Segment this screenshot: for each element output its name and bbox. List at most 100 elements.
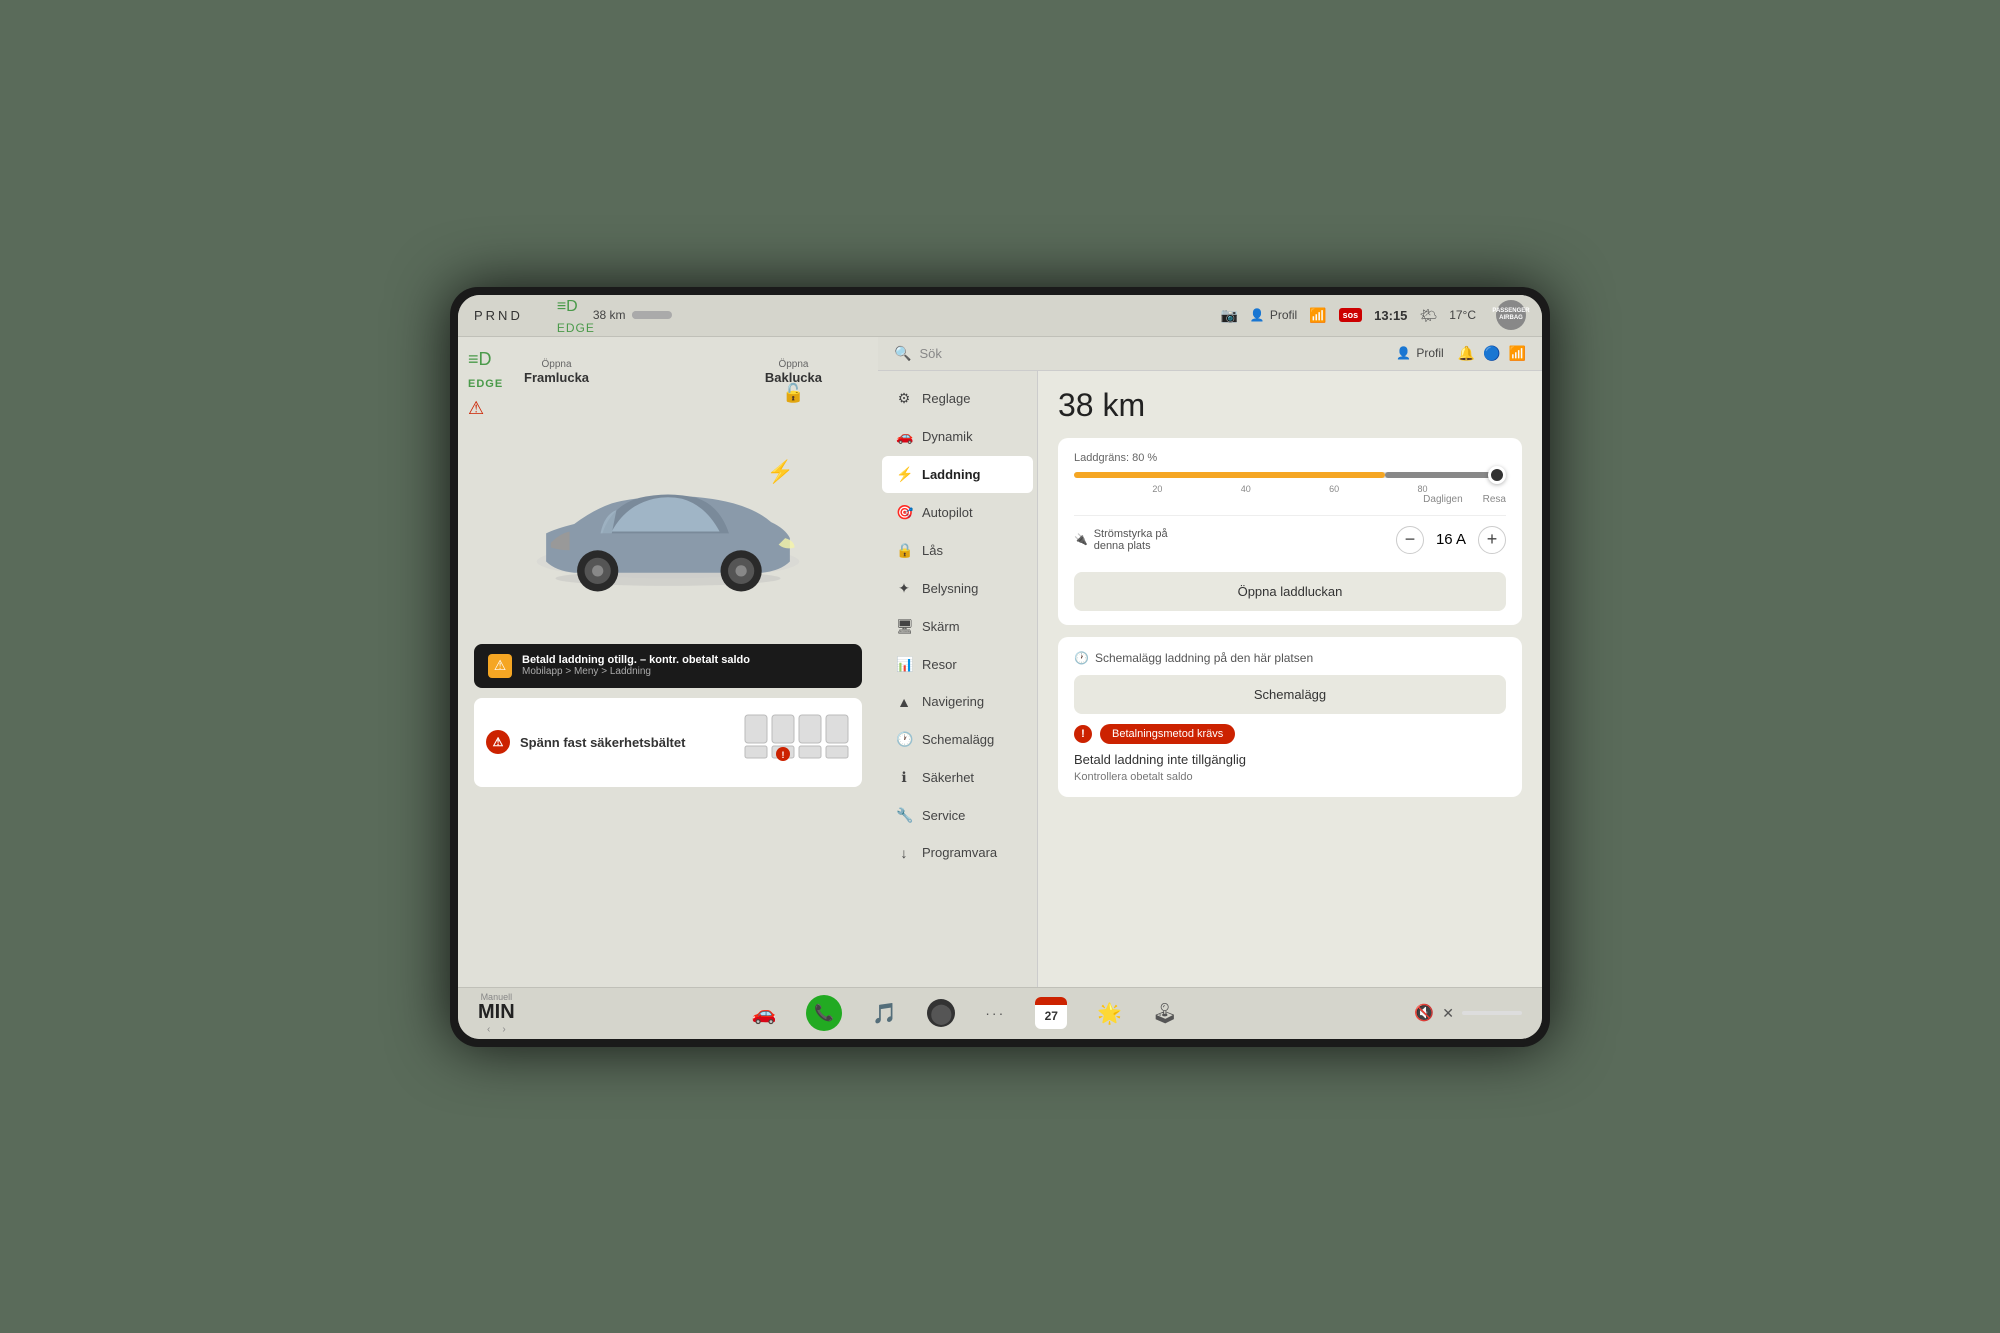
error-exclamation: ! [1081, 728, 1085, 740]
mark-80: 80 [1418, 484, 1428, 494]
volume-x-icon: ✕ [1442, 1005, 1454, 1022]
navigering-label: Navigering [922, 694, 984, 709]
schedule-button[interactable]: Schemalägg [1074, 675, 1506, 714]
volume-control[interactable]: 🔇 ✕ [1414, 1003, 1522, 1023]
slider-thumb[interactable] [1488, 466, 1506, 484]
open-framlucka-label: Öppna [524, 359, 589, 370]
laddning-label: Laddning [922, 467, 981, 482]
mode-resa: Resa [1483, 494, 1506, 505]
search-icon: 🔍 [894, 345, 911, 362]
bottom-bar: Manuell MIN ‹ › 🚗 📞 [458, 987, 1542, 1039]
stars-icon: 🌟 [1097, 1001, 1122, 1026]
belysning-label: Belysning [922, 581, 978, 596]
range-bar [632, 311, 672, 319]
autopilot-icon: 🎯 [896, 504, 912, 521]
charge-limit-section: Laddgräns: 80 % [1058, 438, 1522, 625]
screen-inner: PRND ≡D EDGE ⚠ 38 km 📷 👤 Profil 📶 so [458, 295, 1542, 1039]
plug-icon: 🔌 [1074, 533, 1088, 546]
schemalgg-label: Schemalägg [922, 732, 994, 747]
warning-banner: ⚠ Betald laddning otillg. – kontr. obeta… [474, 644, 862, 688]
open-charge-door-button[interactable]: Öppna laddluckan [1074, 572, 1506, 611]
settings-menu: ⚙ Reglage 🚗 Dynamik ⚡ Laddning 🎯 [878, 371, 1038, 987]
menu-item-belysning[interactable]: ✦ Belysning [882, 570, 1033, 607]
emoji-button[interactable]: 🌟 [1097, 1001, 1122, 1026]
open-baklucka-label: Öppna [765, 359, 822, 370]
menu-item-sakerhet[interactable]: ℹ Säkerhet [882, 759, 1033, 796]
camera-icon: 📷 [1220, 307, 1237, 324]
music-icon: 🎵 [872, 1001, 897, 1026]
volume-slider-track[interactable] [1462, 1011, 1522, 1015]
decrease-current-button[interactable]: − [1396, 526, 1424, 554]
range-fill [632, 311, 642, 319]
schemalaggg-icon: 🕐 [896, 731, 912, 748]
right-panel: 🔍 Sök 👤 Profil 🔔 🔵 📶 [878, 337, 1542, 987]
phone-button[interactable]: 📞 [806, 995, 842, 1031]
menu-item-schemalgg[interactable]: 🕐 Schemalägg [882, 721, 1033, 758]
charge-slider-track[interactable] [1074, 472, 1506, 478]
menu-item-service[interactable]: 🔧 Service [882, 797, 1033, 834]
menu-item-navigering[interactable]: ▲ Navigering [882, 684, 1033, 720]
content-area: ⚙ Reglage 🚗 Dynamik ⚡ Laddning 🎯 [878, 371, 1542, 987]
headlights-icon: ≡D [468, 349, 503, 370]
range-text: 38 km [593, 308, 626, 322]
warning-text: Betald laddning otillg. – kontr. obetalt… [522, 654, 750, 677]
menu-item-reglage[interactable]: ⚙ Reglage [882, 380, 1033, 417]
warning-triangle-icon: ⚠ [488, 654, 512, 678]
payment-error-area: ! Betalningsmetod krävs Betald laddning … [1074, 724, 1506, 783]
payment-error-badge: Betalningsmetod krävs [1100, 724, 1235, 744]
warning-sub-text: Mobilapp > Meny > Laddning [522, 666, 750, 677]
search-placeholder: Sök [919, 346, 941, 361]
music-button[interactable]: 🎵 [872, 1001, 897, 1026]
menu-item-laddning[interactable]: ⚡ Laddning [882, 456, 1033, 493]
person-icon: 👤 [1250, 308, 1265, 322]
reglage-icon: ⚙ [896, 390, 912, 407]
seatbelt-left: ⚠ Spänn fast säkerhetsbältet [486, 730, 685, 754]
seatbelt-warning-icon: ⚠ [486, 730, 510, 754]
framlucka-label: Framlucka [524, 370, 589, 385]
bottom-icons: 🚗 📞 🎵 ⬤ ··· [515, 995, 1415, 1031]
left-arrow-icon: ‹ [487, 1024, 490, 1035]
gear-mode-label: Manuell [478, 992, 515, 1002]
profile-button[interactable]: 👤 Profil [1250, 308, 1297, 322]
menu-item-autopilot[interactable]: 🎯 Autopilot [882, 494, 1033, 531]
reglage-label: Reglage [922, 391, 970, 406]
profile-icon-right: 👤 [1396, 346, 1411, 360]
belysning-icon: ✦ [896, 580, 912, 597]
warning-main-text: Betald laddning otillg. – kontr. obetalt… [522, 654, 750, 666]
edge-icon: EDGE [557, 321, 595, 335]
lock-icon: 🔓 [765, 383, 822, 404]
menu-item-resor[interactable]: 📊 Resor [882, 646, 1033, 683]
baklucka-control[interactable]: Öppna Baklucka 🔓 [765, 359, 822, 404]
search-input-area[interactable]: 🔍 Sök [894, 345, 1396, 362]
profile-label: Profil [1270, 308, 1297, 322]
resor-label: Resor [922, 657, 957, 672]
charge-slider-container[interactable] [1074, 472, 1506, 478]
framlucka-control[interactable]: Öppna Framlucka [524, 359, 589, 404]
current-label: 🔌 Strömstyrka på denna plats [1074, 528, 1168, 552]
menu-item-skarm[interactable]: 🖥 Skärm [882, 608, 1033, 645]
menu-item-las[interactable]: 🔒 Lås [882, 532, 1033, 569]
menu-item-dynamik[interactable]: 🚗 Dynamik [882, 418, 1033, 455]
weather-icon: 🌤 [1419, 307, 1437, 324]
increase-current-button[interactable]: + [1478, 526, 1506, 554]
bell-icon[interactable]: 🔔 [1458, 345, 1475, 362]
time-display: 13:15 [1374, 308, 1407, 323]
car-image: ⚡ [474, 404, 862, 644]
service-icon: 🔧 [896, 807, 912, 824]
seatbelt-text: Spänn fast säkerhetsbältet [520, 735, 685, 750]
menu-item-programvara[interactable]: ↓ Programvara [882, 835, 1033, 871]
car-bottom-icon[interactable]: 🚗 [751, 1001, 776, 1026]
more-button[interactable]: ··· [985, 1005, 1005, 1021]
profile-top-right[interactable]: 👤 Profil [1396, 346, 1443, 360]
charge-limit-label: Laddgräns: 80 % [1074, 452, 1506, 464]
bluetooth-icon[interactable]: 🔵 [1483, 345, 1500, 362]
profile-label-right: Profil [1416, 346, 1443, 360]
camera-button[interactable]: ⬤ [927, 999, 955, 1027]
calendar-button[interactable]: 27 [1035, 997, 1067, 1029]
passenger-airbag-indicator: PASSENGER AIRBAG [1496, 300, 1526, 330]
game-button[interactable]: 🕹 [1152, 1001, 1177, 1026]
payment-error-row: ! Betalningsmetod krävs [1074, 724, 1506, 744]
autopilot-label: Autopilot [922, 505, 973, 520]
slider-mode-labels: Dagligen Resa [1074, 494, 1506, 505]
sos-badge[interactable]: sos [1339, 308, 1363, 322]
